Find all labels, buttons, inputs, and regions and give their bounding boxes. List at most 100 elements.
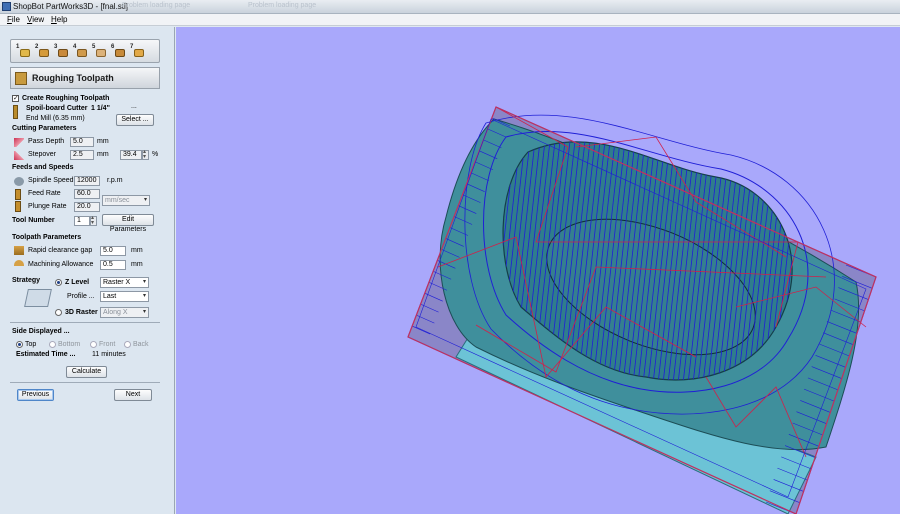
- step-6-button[interactable]: 6: [111, 44, 126, 59]
- menu-bar: File View Help: [0, 14, 900, 26]
- z-level-label: Z Level: [65, 279, 90, 286]
- 3d-viewport[interactable]: [176, 27, 900, 514]
- background-tab-1[interactable]: Problem loading page: [122, 2, 190, 9]
- pass-depth-input[interactable]: 5.0: [70, 137, 94, 147]
- side-displayed-title: Side Displayed ...: [12, 328, 70, 335]
- percent-sign: %: [152, 151, 159, 158]
- previous-button[interactable]: Previous: [17, 389, 54, 401]
- roughing-icon: [15, 72, 27, 85]
- profile-select[interactable]: Last ▾: [100, 291, 149, 302]
- chevron-down-icon: ▾: [142, 309, 146, 315]
- save-icon: [134, 49, 144, 57]
- rapid-clearance-unit: mm: [131, 247, 143, 254]
- plunge-rate-icon: [15, 201, 21, 212]
- rapid-clearance-label: Rapid clearance gap: [28, 247, 93, 254]
- workflow-toolbar: 1 2 3 4 5 6 7: [10, 39, 160, 63]
- spindle-speed-input[interactable]: 12000: [74, 176, 100, 186]
- side-top-label: Top: [25, 341, 37, 348]
- divider: [10, 322, 160, 323]
- profile-label: Profile ...: [67, 293, 95, 300]
- create-roughing-label: Create Roughing Toolpath: [22, 95, 110, 102]
- edit-parameters-button[interactable]: Edit Parameters: [102, 214, 154, 233]
- preview-icon: [115, 49, 125, 57]
- step-5-button[interactable]: 5: [92, 44, 107, 59]
- stepover-percent-input[interactable]: 39.4: [120, 150, 142, 160]
- chevron-down-icon: ▾: [142, 293, 146, 299]
- window-title: ShopBot PartWorks3D - [fnal.stl]: [13, 2, 129, 11]
- app-icon: [2, 2, 11, 11]
- stepover-percent-spinner[interactable]: [142, 148, 149, 160]
- menu-view[interactable]: View: [27, 15, 44, 24]
- page-title: Roughing Toolpath: [32, 73, 114, 83]
- 3d-raster-label: 3D Raster: [65, 309, 98, 316]
- allowance-icon: [14, 260, 24, 266]
- z-level-strategy-select[interactable]: Raster X ▾: [100, 277, 149, 288]
- stepover-icon: [14, 151, 24, 160]
- feed-rate-input[interactable]: 60.0: [74, 189, 100, 199]
- material-icon: [39, 49, 49, 57]
- side-back-radio[interactable]: [124, 341, 131, 348]
- pass-depth-icon: [14, 138, 24, 147]
- tool-name: Spoil-board Cutter: [26, 105, 88, 112]
- toolpath-panel: 1 2 3 4 5 6 7 Roughing Toolpath Create R…: [0, 27, 175, 514]
- stepover-label: Stepover: [28, 151, 57, 158]
- side-bottom-label: Bottom: [58, 341, 81, 348]
- rapid-clearance-input[interactable]: 5.0: [100, 246, 126, 256]
- menu-help[interactable]: Help: [51, 15, 67, 24]
- machining-allowance-input[interactable]: 0.5: [100, 260, 126, 270]
- rapid-clearance-icon: [14, 246, 24, 255]
- side-bottom-radio[interactable]: [49, 341, 56, 348]
- create-roughing-checkbox[interactable]: [12, 94, 19, 102]
- toolpath-parameters-title: Toolpath Parameters: [12, 234, 82, 241]
- spindle-speed-label: Spindle Speed: [28, 177, 74, 184]
- chevron-down-icon: ▾: [143, 197, 147, 203]
- plunge-rate-input[interactable]: 20.0: [74, 202, 100, 212]
- tool-description: End Mill (6.35 mm): [26, 115, 85, 122]
- 3d-raster-select[interactable]: Along X ▾: [100, 307, 149, 318]
- tool-number-label: Tool Number: [12, 217, 55, 224]
- strategy-icon: [24, 289, 52, 307]
- spindle-speed-unit: r.p.m: [107, 177, 123, 184]
- feed-rate-label: Feed Rate: [28, 190, 61, 197]
- toolpath-icon: [58, 49, 68, 57]
- side-top-radio[interactable]: [16, 341, 23, 348]
- rate-units-select[interactable]: mm/sec ▾: [102, 195, 150, 206]
- 3d-raster-radio[interactable]: [55, 309, 62, 316]
- estimated-time-value: 11 minutes: [92, 351, 126, 358]
- pass-depth-unit: mm: [97, 138, 109, 145]
- side-front-label: Front: [99, 341, 116, 348]
- plunge-rate-label: Plunge Rate: [28, 203, 67, 210]
- chevron-down-icon: ▾: [142, 279, 146, 285]
- side-front-radio[interactable]: [90, 341, 97, 348]
- menu-file[interactable]: File: [7, 15, 20, 24]
- estimated-time-label: Estimated Time ...: [16, 351, 76, 358]
- tool-more: ...: [131, 103, 137, 110]
- calculate-button[interactable]: Calculate: [66, 366, 107, 378]
- cutout-icon: [96, 49, 106, 57]
- step-4-button[interactable]: 4: [73, 44, 88, 59]
- end-mill-icon: [13, 105, 18, 119]
- model-icon: [20, 49, 30, 57]
- panel-heading: Roughing Toolpath: [10, 67, 160, 89]
- stepover-unit: mm: [97, 151, 109, 158]
- pass-depth-label: Pass Depth: [28, 138, 65, 145]
- step-2-button[interactable]: 2: [35, 44, 50, 59]
- tool-number-spinner[interactable]: [90, 214, 97, 226]
- tool-number-input[interactable]: 1: [74, 216, 90, 226]
- step-7-button[interactable]: 7: [130, 44, 145, 59]
- step-1-button[interactable]: 1: [16, 44, 31, 59]
- z-level-radio[interactable]: [55, 279, 62, 286]
- step-3-button[interactable]: 3: [54, 44, 69, 59]
- side-back-label: Back: [133, 341, 149, 348]
- stepover-input[interactable]: 2.5: [70, 150, 94, 160]
- model-view[interactable]: [176, 27, 900, 514]
- cutting-parameters-title: Cutting Parameters: [12, 125, 77, 132]
- next-button[interactable]: Next: [114, 389, 152, 401]
- select-tool-button[interactable]: Select ...: [116, 114, 154, 126]
- divider: [10, 382, 160, 383]
- tool-size: 1 1/4": [91, 105, 110, 112]
- background-tab-2[interactable]: Problem loading page: [248, 2, 316, 9]
- strategy-title: Strategy: [12, 277, 41, 284]
- feeds-speeds-title: Feeds and Speeds: [12, 164, 74, 171]
- spindle-icon: [14, 177, 24, 186]
